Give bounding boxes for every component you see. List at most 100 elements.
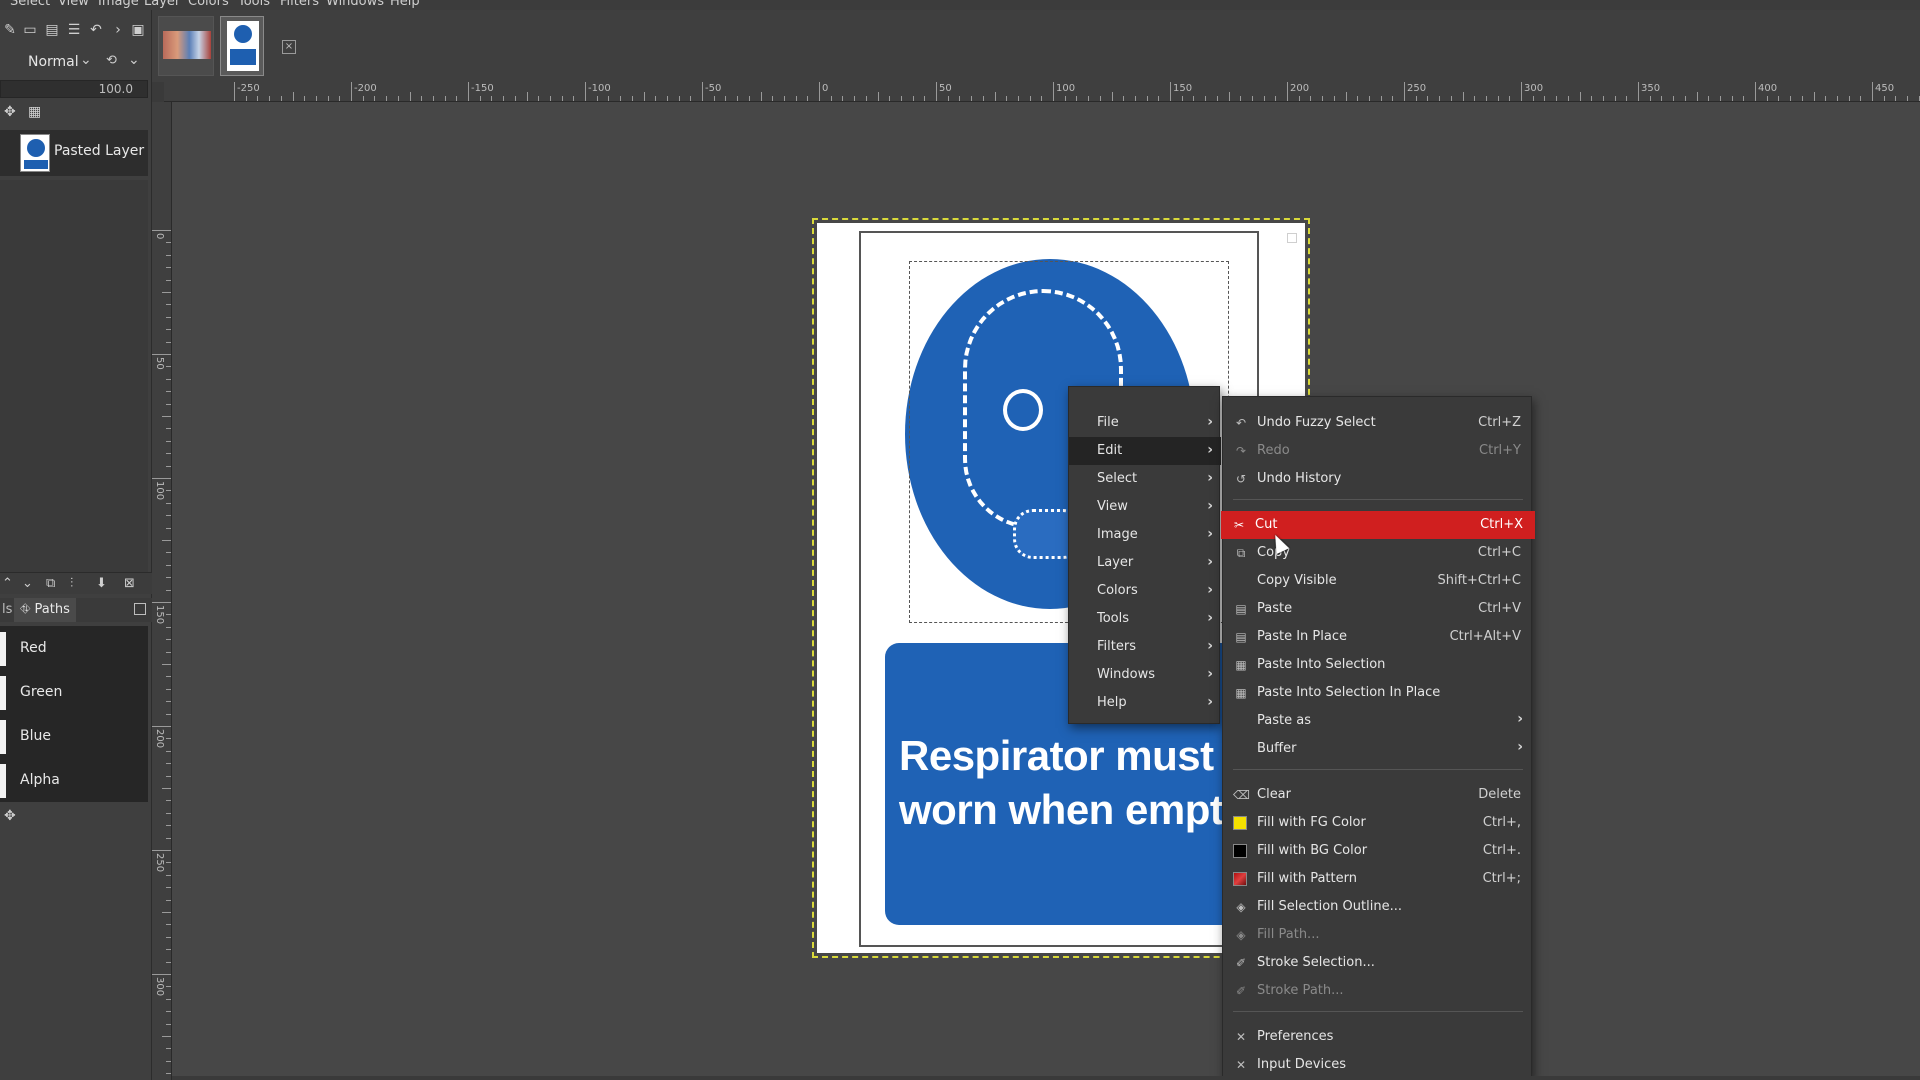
undo-history-icon[interactable]: ↶ xyxy=(88,22,104,38)
ruler-minor-tick xyxy=(162,664,171,665)
menu-item-image[interactable]: Image › xyxy=(1069,521,1221,549)
preferences-icon: ✕ xyxy=(1235,1030,1247,1044)
vertical-ruler[interactable]: 0 50 100 150 200 250 300 xyxy=(152,102,172,1080)
channel-row[interactable]: Alpha xyxy=(0,760,148,802)
tab-paths[interactable]: ⛗ Paths xyxy=(14,598,76,622)
ruler-tick xyxy=(702,82,703,101)
undo-history-item[interactable]: ↺ Undo History xyxy=(1223,465,1533,493)
redo-item[interactable]: ↷ Redo Ctrl+Y xyxy=(1223,437,1533,465)
menu-layer[interactable]: Layer xyxy=(144,0,180,9)
rect-select-icon[interactable]: ▭ xyxy=(22,22,38,38)
ruler-minor-tick xyxy=(1310,96,1312,101)
menu-item-edit[interactable]: Edit › xyxy=(1069,437,1221,465)
ruler-minor-tick xyxy=(1275,96,1277,101)
menu-filters[interactable]: Filters xyxy=(280,0,319,9)
ruler-minor-tick xyxy=(924,96,926,101)
channel-row[interactable]: Red xyxy=(0,628,148,670)
menu-item-windows[interactable]: Windows › xyxy=(1069,661,1221,689)
menu-item-label: Help xyxy=(1097,695,1127,710)
menu-tools[interactable]: Tools xyxy=(238,0,270,9)
paste-as-item[interactable]: Paste as › xyxy=(1223,707,1533,735)
menu-help[interactable]: Help xyxy=(390,0,420,9)
opacity-slider[interactable]: 100.0 xyxy=(0,80,148,98)
input-devices-item[interactable]: ✕ Input Devices xyxy=(1223,1051,1533,1079)
chevron-down-icon[interactable]: ⌄ xyxy=(80,52,92,68)
canvas-area[interactable]: Respirator must be worn when emptying xyxy=(172,102,1920,1080)
paste-into-selection-item[interactable]: ▦ Paste Into Selection xyxy=(1223,651,1533,679)
menu-item-select[interactable]: Select › xyxy=(1069,465,1221,493)
menu-item-help[interactable]: Help › xyxy=(1069,689,1221,717)
lock-alpha-icon[interactable]: ▦ xyxy=(28,104,41,120)
menu-item-file[interactable]: File › xyxy=(1069,409,1221,437)
device-icon[interactable]: ▤ xyxy=(44,22,60,38)
buffer-item[interactable]: Buffer › xyxy=(1223,735,1533,763)
reset-mode-icon[interactable]: ⟲ xyxy=(106,53,117,68)
menu-colors[interactable]: Colors xyxy=(188,0,229,9)
duplicate-layer-icon[interactable]: ⧉ xyxy=(46,576,55,591)
horizontal-scrollbar[interactable] xyxy=(172,1076,1920,1080)
menu-view[interactable]: View xyxy=(58,0,89,9)
menu-item-layer[interactable]: Layer › xyxy=(1069,549,1221,577)
paste-in-place-item[interactable]: ▤ Paste In Place Ctrl+Alt+V xyxy=(1223,623,1533,651)
ruler-minor-tick xyxy=(1684,96,1686,101)
ruler-minor-tick xyxy=(1158,96,1160,101)
raise-layer-icon[interactable]: ⌃ xyxy=(2,576,13,591)
menu-image[interactable]: Image xyxy=(98,0,139,9)
menu-item-filters[interactable]: Filters › xyxy=(1069,633,1221,661)
image-tab-active[interactable] xyxy=(220,16,264,76)
channel-row[interactable]: Blue xyxy=(0,716,148,758)
merge-layer-icon[interactable]: ⬇ xyxy=(96,576,107,591)
ruler-minor-tick xyxy=(166,465,171,467)
layer-row[interactable]: Pasted Layer xyxy=(0,130,148,176)
copy-visible-item[interactable]: Copy Visible Shift+Ctrl+C xyxy=(1223,567,1533,595)
ruler-minor-tick xyxy=(374,96,376,101)
chevron-down-icon[interactable]: ⌄ xyxy=(128,52,140,68)
ruler-minor-tick xyxy=(1848,96,1850,101)
fill-path-item[interactable]: ◈ Fill Path... xyxy=(1223,921,1533,949)
menu-windows[interactable]: Windows xyxy=(326,0,384,9)
clear-item[interactable]: ⌫ Clear Delete xyxy=(1223,781,1533,809)
menu-item-label: Image xyxy=(1097,527,1138,542)
move-icon[interactable]: ✥ xyxy=(4,808,16,824)
chevron-right-icon[interactable]: › xyxy=(110,22,126,38)
anchor-layer-icon[interactable]: ⫶ xyxy=(70,576,73,591)
channel-name: Blue xyxy=(20,728,51,744)
channel-row[interactable]: Green xyxy=(0,672,148,714)
ruler-minor-tick xyxy=(1450,96,1452,101)
preferences-item[interactable]: ✕ Preferences xyxy=(1223,1023,1533,1051)
menu-item-view[interactable]: View › xyxy=(1069,493,1221,521)
ruler-tick xyxy=(819,82,820,101)
chevron-right-icon: › xyxy=(1207,638,1213,654)
lock-position-icon[interactable]: ✥ xyxy=(4,104,16,120)
menu-item-colors[interactable]: Colors › xyxy=(1069,577,1221,605)
ruler-tick xyxy=(152,850,171,851)
paste-item[interactable]: ▤ Paste Ctrl+V xyxy=(1223,595,1533,623)
layers-stack-icon[interactable]: ☰ xyxy=(66,22,82,38)
image-tab[interactable] xyxy=(158,16,214,76)
menu-shortcut: Ctrl+V xyxy=(1478,601,1521,616)
fill-selection-outline-item[interactable]: ◈ Fill Selection Outline... xyxy=(1223,893,1533,921)
close-icon[interactable]: × xyxy=(282,40,296,54)
ruler-label: 150 xyxy=(154,605,165,625)
fill-pattern-item[interactable]: Fill with Pattern Ctrl+; xyxy=(1223,865,1533,893)
ruler-corner[interactable] xyxy=(152,82,164,102)
layer-mode-select[interactable]: Normal xyxy=(28,54,79,70)
copy-item[interactable]: ⧉ Copy Ctrl+C xyxy=(1223,539,1533,567)
stroke-selection-item[interactable]: ✐ Stroke Selection... xyxy=(1223,949,1533,977)
fill-bg-item[interactable]: Fill with BG Color Ctrl+. xyxy=(1223,837,1533,865)
cut-item[interactable]: ✂ Cut Ctrl+X xyxy=(1221,511,1535,539)
stroke-path-item[interactable]: ✐ Stroke Path... xyxy=(1223,977,1533,1005)
tab-layers-cropped[interactable]: ls xyxy=(2,602,12,617)
delete-layer-icon[interactable]: ⊠ xyxy=(124,576,135,591)
undo-fuzzy-select-item[interactable]: ↶ Undo Fuzzy Select Ctrl+Z xyxy=(1223,409,1533,437)
paste-into-selection-in-place-item[interactable]: ▦ Paste Into Selection In Place xyxy=(1223,679,1533,707)
fill-fg-item[interactable]: Fill with FG Color Ctrl+, xyxy=(1223,809,1533,837)
ruler-minor-tick xyxy=(631,96,633,101)
paintbrush-icon[interactable]: ✎ xyxy=(2,22,18,38)
lower-layer-icon[interactable]: ⌄ xyxy=(22,576,33,591)
horizontal-ruler[interactable]: -250 -200 -150 -100 -50 0 50 100 150 200 250 300 350… xyxy=(164,82,1920,102)
menu-item-tools[interactable]: Tools › xyxy=(1069,605,1221,633)
tab-menu-icon[interactable]: ▣ xyxy=(130,22,146,38)
tab-menu-icon[interactable] xyxy=(134,603,146,615)
menu-select[interactable]: Select xyxy=(10,0,50,9)
